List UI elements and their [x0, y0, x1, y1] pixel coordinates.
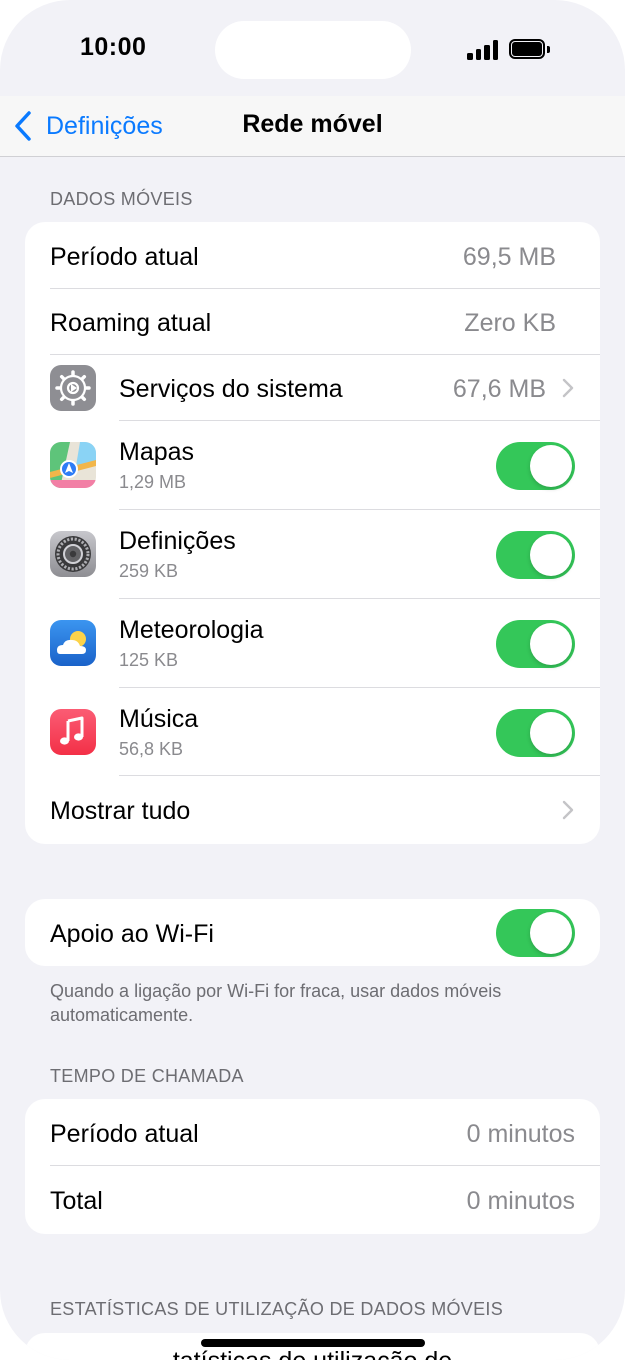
- app-name: Música: [119, 705, 199, 733]
- current-roaming-label: Roaming atual: [50, 309, 212, 337]
- maps-icon: [50, 442, 96, 488]
- gear-icon: [50, 365, 96, 411]
- call-current-period-row: Período atual 0 minutos: [25, 1099, 600, 1166]
- status-time: 10:00: [80, 33, 147, 61]
- wifi-assist-footnote: Quando a ligação por Wi-Fi for fraca, us…: [50, 981, 502, 1025]
- screen: 10:00 Definições Rede móvel DADOS MÓVEIS…: [0, 0, 625, 1360]
- dynamic-island: [215, 21, 411, 79]
- app-name: Definições: [119, 527, 236, 555]
- chevron-right-icon: [562, 800, 574, 820]
- battery-icon: [509, 39, 550, 59]
- app-name: Meteorologia: [119, 616, 264, 644]
- music-toggle[interactable]: [496, 709, 575, 757]
- app-usage: 125 KB: [119, 650, 179, 670]
- current-period-value: 69,5 MB: [462, 243, 556, 271]
- chevron-right-icon: [562, 378, 574, 398]
- system-services-value: 67,6 MB: [452, 375, 546, 403]
- wifi-assist-label: Apoio ao Wi-Fi: [50, 920, 214, 948]
- show-all-label: Mostrar tudo: [50, 797, 191, 825]
- page-title: Rede móvel: [242, 110, 383, 138]
- current-period-label: Período atual: [50, 243, 199, 271]
- app-usage: 56,8 KB: [119, 739, 184, 759]
- weather-toggle[interactable]: [496, 620, 575, 668]
- app-usage: 1,29 MB: [119, 472, 187, 492]
- music-icon: [50, 709, 96, 755]
- call-total-row: Total 0 minutos: [25, 1166, 600, 1234]
- section-header-mobile-data: DADOS MÓVEIS: [50, 189, 193, 209]
- app-row-settings: Definições 259 KB: [25, 510, 600, 599]
- system-services-row[interactable]: Serviços do sistema 67,6 MB: [25, 355, 600, 421]
- call-current-period-label: Período atual: [50, 1120, 199, 1148]
- section-header-call-time: TEMPO DE CHAMADA: [50, 1066, 244, 1086]
- maps-toggle[interactable]: [496, 442, 575, 490]
- wifi-assist-toggle[interactable]: [496, 909, 575, 957]
- app-row-maps: Mapas 1,29 MB: [25, 421, 600, 510]
- show-all-row[interactable]: Mostrar tudo: [25, 776, 600, 844]
- cellular-signal-icon: [467, 40, 499, 60]
- current-roaming-row: Roaming atual Zero KB: [25, 289, 600, 355]
- navigation-bar: Definições Rede móvel: [0, 96, 625, 157]
- call-total-value: 0 minutos: [466, 1187, 575, 1215]
- app-row-music: Música 56,8 KB: [25, 688, 600, 776]
- call-time-card: Período atual 0 minutos Total 0 minutos: [25, 1099, 600, 1234]
- section-header-stats: ESTATÍSTICAS DE UTILIZAÇÃO DE DADOS MÓVE…: [50, 1299, 504, 1319]
- weather-icon: [50, 620, 96, 666]
- app-usage: 259 KB: [119, 561, 179, 581]
- wifi-assist-card: Apoio ao Wi-Fi: [25, 899, 600, 966]
- home-indicator[interactable]: [201, 1339, 425, 1347]
- current-period-row: Período atual 69,5 MB: [25, 222, 600, 289]
- app-row-weather: Meteorologia 125 KB: [25, 599, 600, 688]
- settings-icon: [50, 531, 96, 577]
- current-roaming-value: Zero KB: [464, 309, 556, 337]
- call-current-period-value: 0 minutos: [466, 1120, 575, 1148]
- stats-row-partial[interactable]: ...tatísticas de utilização de...: [0, 1347, 625, 1360]
- system-services-label: Serviços do sistema: [119, 375, 343, 403]
- call-total-label: Total: [50, 1187, 103, 1215]
- app-name: Mapas: [119, 438, 195, 466]
- settings-toggle[interactable]: [496, 531, 575, 579]
- mobile-data-card: Período atual 69,5 MB Roaming atual Zero…: [25, 222, 600, 844]
